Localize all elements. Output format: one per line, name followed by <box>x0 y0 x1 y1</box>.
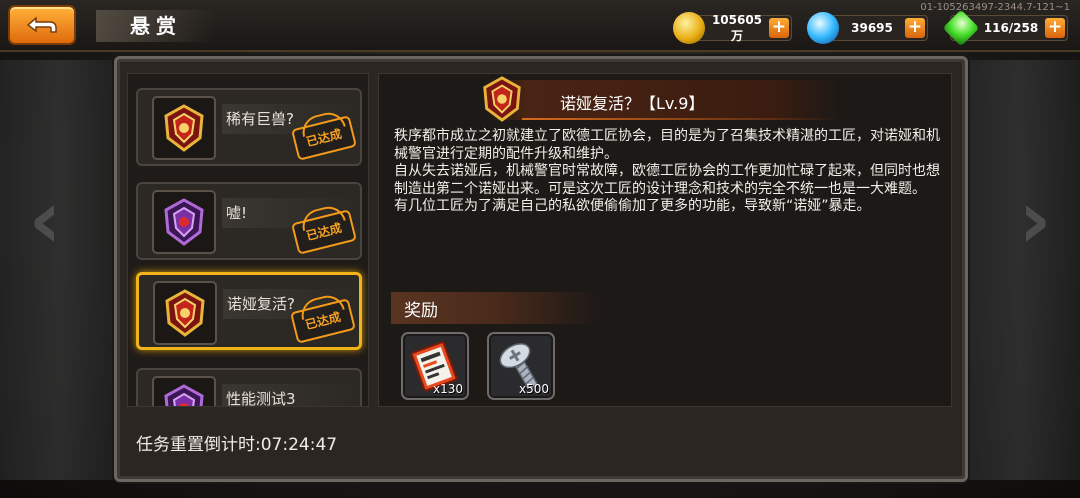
detail-title: 诺娅复活？【Lv.9】 <box>560 94 705 113</box>
quest-item[interactable]: 性能测试3 <box>136 368 362 407</box>
quest-item[interactable]: 嘘! 已达成 <box>136 182 362 260</box>
quest-name: 稀有巨兽? <box>226 110 294 128</box>
purple-emblem-icon <box>164 198 204 246</box>
red-gold-emblem-icon <box>483 76 521 122</box>
left-chevron-decor-icon: ‹ <box>28 173 62 266</box>
gem-currency: 39695 + <box>807 12 928 44</box>
quest-emblem-frame <box>152 96 216 160</box>
gem-value: 39695 <box>851 21 893 35</box>
quest-name: 诺娅复活? <box>227 295 295 313</box>
gold-coin-icon <box>673 12 705 44</box>
right-chevron-decor-icon: › <box>1018 173 1052 266</box>
build-id: 01-105263497-2344.7-121~1 <box>920 2 1070 13</box>
quest-item-selected[interactable]: 诺娅复活? 已达成 <box>136 272 362 350</box>
quest-name: 嘘! <box>226 204 248 222</box>
quest-emblem-frame <box>152 190 216 254</box>
description-paragraph: 秩序都市成立之初就建立了欧德工匠协会，目的是为了召集技术精湛的工匠，对诺娅和机械… <box>394 128 940 162</box>
energy-currency: 116/258 + <box>942 9 1068 47</box>
gold-currency: 105605万 + <box>673 12 792 44</box>
corridor-left <box>0 60 120 480</box>
quest-emblem-frame <box>153 281 217 345</box>
quest-description: 秩序都市成立之初就建立了欧德工匠协会，目的是为了召集技术精湛的工匠，对诺娅和机械… <box>394 128 944 216</box>
reward-label: 奖励 <box>404 301 438 321</box>
top-bar: 悬赏 01-105263497-2344.7-121~1 105605万 + 3… <box>0 0 1080 52</box>
purple-emblem-icon <box>164 384 204 406</box>
quest-emblem-frame <box>152 376 216 406</box>
corridor-right <box>960 60 1080 480</box>
back-arrow-icon <box>26 16 57 33</box>
description-paragraph: 有几位工匠为了满足自己的私欲便偷偷加了更多的功能，导致新“诺娅”暴走。 <box>394 198 871 214</box>
add-energy-button[interactable]: + <box>1045 18 1065 38</box>
page-title: 悬赏 <box>96 10 216 42</box>
energy-value: 116/258 <box>983 21 1039 35</box>
reward-quantity: x130 <box>432 382 463 396</box>
description-paragraph: 自从失去诺娅后，机械警官时常故障，欧德工匠协会的工作更加忙碌了起来，但同时也想制… <box>394 163 940 197</box>
red-gold-emblem-icon <box>164 104 204 152</box>
reset-countdown: 任务重置倒计时:07:24:47 <box>136 435 338 455</box>
quest-list[interactable]: 稀有巨兽? 已达成 嘘! 已达成 诺娅复活? 已达成 性能测试3 <box>127 73 369 407</box>
reward-item[interactable]: x130 <box>401 332 469 400</box>
reward-item[interactable]: x500 <box>487 332 555 400</box>
reward-quantity: x500 <box>518 382 549 396</box>
add-gold-button[interactable]: + <box>769 18 789 38</box>
quest-item[interactable]: 稀有巨兽? 已达成 <box>136 88 362 166</box>
green-crystal-icon <box>942 9 980 47</box>
add-gem-button[interactable]: + <box>905 18 925 38</box>
quest-name: 性能测试3 <box>226 390 296 407</box>
red-gold-emblem-icon <box>165 289 205 337</box>
blue-gem-icon <box>807 12 839 44</box>
back-button[interactable] <box>8 5 76 45</box>
gold-value: 105605万 <box>711 12 763 43</box>
